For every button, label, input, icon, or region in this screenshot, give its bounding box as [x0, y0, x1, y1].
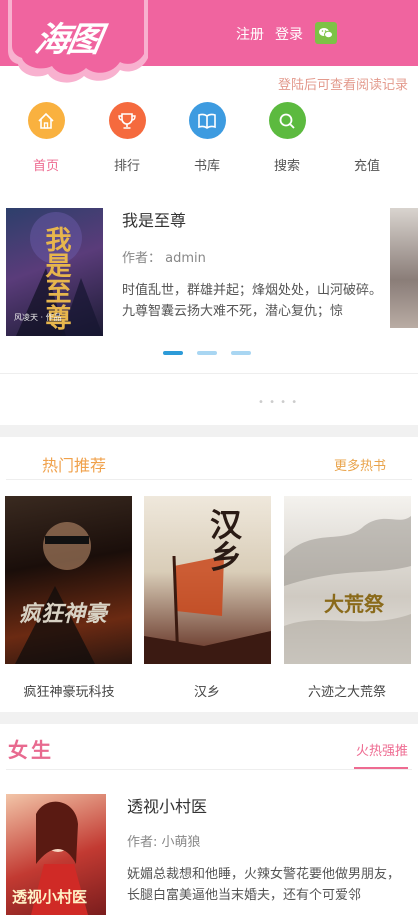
- female-section-title: 女生: [8, 738, 54, 762]
- nav-ranking[interactable]: 排行: [92, 102, 162, 174]
- wechat-icon[interactable]: [315, 22, 337, 44]
- hot-cover-text-3: 大荒祭: [324, 592, 384, 616]
- nav-home-label: 首页: [32, 159, 59, 174]
- nav-home[interactable]: 首页: [11, 102, 81, 174]
- section-gap: [0, 712, 418, 724]
- nav-search-label: 搜索: [273, 159, 300, 174]
- tab-hot-recommend[interactable]: 火热强推: [356, 740, 408, 759]
- female-book-author: 作者: 小萌狼: [127, 835, 201, 850]
- female-cover-text: 透视小村医: [12, 888, 88, 906]
- register-link[interactable]: 注册: [236, 24, 264, 44]
- hot-book-name-2[interactable]: 汉乡: [142, 681, 272, 700]
- recharge-icon: [349, 102, 386, 139]
- divider: [6, 769, 412, 770]
- hot-cover-text-2: 汉乡: [205, 508, 243, 572]
- carousel-book-cover[interactable]: 我是至尊 风凌天 · 作品: [6, 208, 103, 336]
- nav-recharge-label: 充值: [353, 159, 380, 174]
- female-book-title[interactable]: 透视小村医: [127, 793, 207, 817]
- trophy-icon: [108, 102, 146, 139]
- home-icon: [27, 102, 65, 139]
- login-tip[interactable]: 登陆后可查看阅读记录: [278, 74, 408, 93]
- book-icon: [188, 102, 226, 139]
- nav-search[interactable]: 搜索: [252, 102, 322, 174]
- section-gap: [0, 425, 418, 437]
- search-icon: [268, 102, 306, 139]
- hot-book-name-3[interactable]: 六迹之大荒祭: [282, 681, 412, 700]
- hot-book-name-1[interactable]: 疯狂神豪玩科技: [4, 681, 134, 700]
- carousel-dot-3[interactable]: [231, 351, 251, 355]
- more-hot-books-link[interactable]: 更多热书: [334, 455, 386, 474]
- login-link[interactable]: 登录: [275, 24, 303, 44]
- app-logo[interactable]: 海图: [32, 12, 105, 61]
- female-book-description: 妩媚总裁想和他睡，火辣女警花要他做男朋友，长腿白富美逼他当末婚夫，还有个可爱邻: [127, 867, 401, 903]
- carousel-book-author: 作者： admin: [122, 251, 206, 266]
- female-book-cover[interactable]: 透视小村医: [6, 794, 106, 915]
- nav-library-label: 书库: [193, 159, 220, 174]
- hot-book-cover-2[interactable]: 汉乡: [144, 496, 271, 664]
- next-slide-peek[interactable]: [390, 208, 418, 328]
- hot-book-cover-1[interactable]: 疯狂神豪: [5, 496, 132, 664]
- carousel-book-title[interactable]: 我是至尊: [122, 207, 186, 231]
- divider: [0, 373, 418, 374]
- nav-recharge[interactable]: 充值: [332, 102, 402, 174]
- hot-section-title: 热门推荐: [42, 456, 107, 475]
- carousel-dot-2[interactable]: [197, 351, 217, 355]
- hot-cover-text-1: 疯狂神豪: [19, 601, 108, 627]
- loading-dots: • • • •: [258, 397, 299, 408]
- nav-library[interactable]: 书库: [172, 102, 242, 174]
- carousel-dot-1[interactable]: [163, 351, 183, 355]
- nav-ranking-label: 排行: [113, 159, 140, 174]
- carousel-book-description: 时值乱世，群雄并起；烽烟处处，山河破碎。九尊智囊云扬大难不死，潜心复仇；惊: [122, 283, 383, 319]
- carousel-cover-author: 风凌天 · 作品: [14, 313, 62, 322]
- divider: [6, 479, 412, 480]
- hot-book-cover-3[interactable]: 大荒祭: [284, 496, 411, 664]
